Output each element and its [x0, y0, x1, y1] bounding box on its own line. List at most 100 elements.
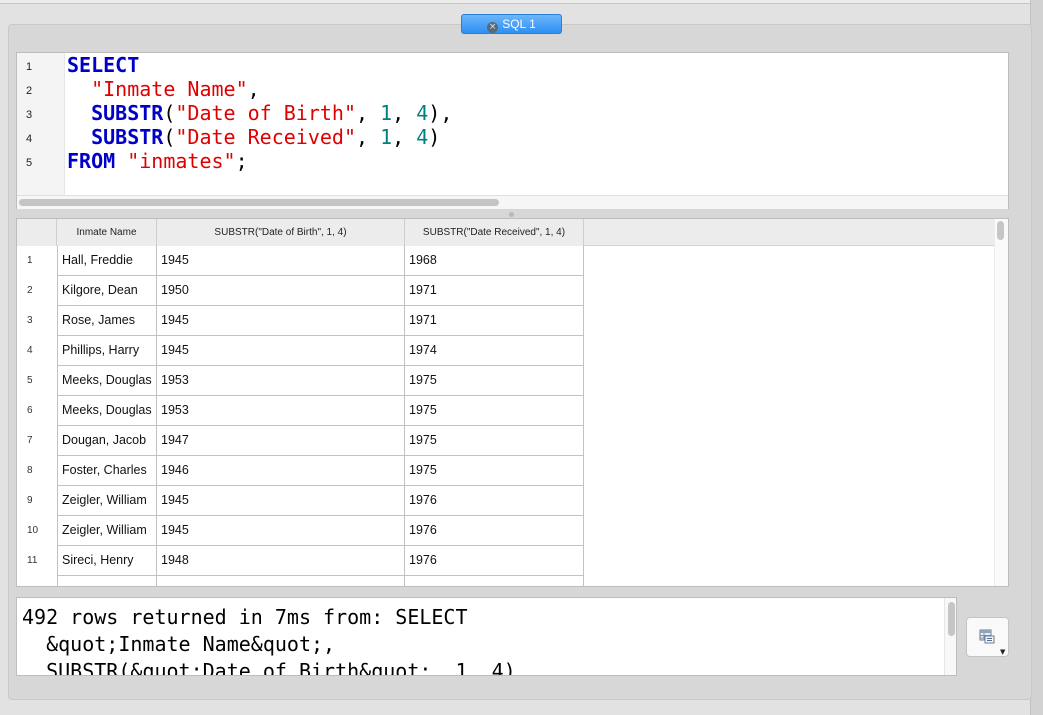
table-cell[interactable]: 1976	[405, 546, 584, 576]
code-line-3: SUBSTR("Date of Birth", 1, 4),	[67, 101, 452, 125]
export-results-button[interactable]: ▼	[966, 617, 1009, 657]
table-cell[interactable]: 1945	[157, 336, 405, 366]
code-token: 1	[380, 125, 393, 149]
table-cell[interactable]	[405, 576, 584, 586]
line-number: 4	[26, 133, 33, 145]
row-number-header	[17, 219, 57, 246]
table-cell[interactable]: 1971	[405, 276, 584, 306]
sql-editor[interactable]: 1 2 3 4 5 SELECT "Inmate Name", SUBSTR("…	[16, 52, 1009, 209]
table-cell[interactable]: 1953	[157, 396, 405, 426]
code-token: "Inmate Name"	[91, 77, 248, 101]
table-cell[interactable]: Hall, Freddie	[57, 246, 157, 276]
code-token: SELECT	[67, 53, 140, 77]
column-header-received-substr[interactable]: SUBSTR("Date Received", 1, 4)	[405, 219, 584, 246]
table-row[interactable]: 6 Meeks, Douglas 1953 1975	[17, 396, 584, 426]
table-cell[interactable]: Rose, James	[57, 306, 157, 336]
code-line-5: FROM "inmates";	[67, 149, 248, 173]
code-token: "Date of Birth"	[175, 101, 357, 125]
table-row[interactable]	[17, 576, 584, 586]
code-token: "Date Received"	[175, 125, 357, 149]
results-grid[interactable]: Inmate Name SUBSTR("Date of Birth", 1, 4…	[16, 218, 1009, 587]
table-cell[interactable]: 1945	[157, 486, 405, 516]
row-number: 6	[27, 405, 33, 416]
table-cell[interactable]: Sireci, Henry	[57, 546, 157, 576]
editor-scroll-thumb[interactable]	[19, 199, 499, 206]
table-cell[interactable]: 1975	[405, 396, 584, 426]
table-cell[interactable]: 1971	[405, 306, 584, 336]
table-row[interactable]: 2 Kilgore, Dean 1950 1971	[17, 276, 584, 306]
table-cell[interactable]: 1976	[405, 486, 584, 516]
close-tab-icon[interactable]: ×	[487, 22, 499, 33]
table-row[interactable]: 8 Foster, Charles 1946 1975	[17, 456, 584, 486]
code-token: "inmates"	[127, 149, 236, 173]
table-cell[interactable]: Meeks, Douglas	[57, 366, 157, 396]
row-number: 2	[27, 285, 33, 296]
code-line-4: SUBSTR("Date Received", 1, 4)	[67, 125, 440, 149]
table-row[interactable]: 10 Zeigler, William 1945 1976	[17, 516, 584, 546]
table-cell[interactable]: 1945	[157, 246, 405, 276]
table-cell[interactable]: 1968	[405, 246, 584, 276]
row-number: 10	[27, 525, 39, 536]
code-token: (	[163, 125, 176, 149]
table-cell[interactable]: Meeks, Douglas	[57, 396, 157, 426]
table-cell[interactable]: Phillips, Harry	[57, 336, 157, 366]
table-cell[interactable]: Zeigler, William	[57, 486, 157, 516]
splitter-handle[interactable]	[509, 212, 514, 217]
grid-header: Inmate Name SUBSTR("Date of Birth", 1, 4…	[17, 219, 995, 246]
table-cell[interactable]: Kilgore, Dean	[57, 276, 157, 306]
table-cell[interactable]: 1948	[157, 546, 405, 576]
table-cell[interactable]: 1975	[405, 366, 584, 396]
table-row[interactable]: 11 Sireci, Henry 1948 1976	[17, 546, 584, 576]
table-cell[interactable]: 1946	[157, 456, 405, 486]
column-header-dob-substr[interactable]: SUBSTR("Date of Birth", 1, 4)	[157, 219, 405, 246]
table-row[interactable]: 7 Dougan, Jacob 1947 1975	[17, 426, 584, 456]
line-number-gutter: 1 2 3 4 5	[17, 53, 65, 195]
code-token: ,	[356, 125, 381, 149]
table-cell[interactable]: Foster, Charles	[57, 456, 157, 486]
table-row[interactable]: 5 Meeks, Douglas 1953 1975	[17, 366, 584, 396]
code-token: (	[163, 101, 176, 125]
code-token: SUBSTR	[91, 125, 164, 149]
table-cell[interactable]: 1945	[157, 306, 405, 336]
table-row[interactable]: 9 Zeigler, William 1945 1976	[17, 486, 584, 516]
grid-scroll-thumb[interactable]	[997, 221, 1004, 240]
row-number: 1	[27, 255, 33, 266]
table-cell[interactable]: 1947	[157, 426, 405, 456]
table-row[interactable]: 4 Phillips, Harry 1945 1974	[17, 336, 584, 366]
table-cell[interactable]: 1945	[157, 516, 405, 546]
tab-sql-1[interactable]: × SQL 1	[461, 14, 562, 34]
row-number: 7	[27, 435, 33, 446]
chevron-down-icon: ▼	[1000, 648, 1006, 656]
row-number: 9	[27, 495, 33, 506]
code-token: 1	[380, 101, 393, 125]
row-number: 11	[27, 555, 38, 566]
line-number: 3	[26, 109, 33, 121]
export-results-icon	[979, 629, 995, 644]
table-cell[interactable]: 1974	[405, 336, 584, 366]
table-cell[interactable]	[157, 576, 405, 586]
table-cell[interactable]: Zeigler, William	[57, 516, 157, 546]
table-cell[interactable]	[57, 576, 157, 586]
message-scroll-thumb[interactable]	[948, 602, 955, 636]
code-token: 4	[416, 125, 429, 149]
window-top-strip	[0, 0, 1030, 4]
table-cell[interactable]: 1953	[157, 366, 405, 396]
table-cell[interactable]: 1950	[157, 276, 405, 306]
table-cell[interactable]: 1976	[405, 516, 584, 546]
message-scrollbar[interactable]	[944, 598, 956, 675]
table-cell[interactable]: 1975	[405, 426, 584, 456]
table-row[interactable]: 3 Rose, James 1945 1971	[17, 306, 584, 336]
code-token: ,	[247, 77, 260, 101]
code-token: ),	[428, 101, 453, 125]
tab-bar: × SQL 1	[8, 14, 1032, 34]
table-row[interactable]: 1 Hall, Freddie 1945 1968	[17, 246, 584, 276]
grid-vertical-scrollbar[interactable]	[994, 219, 1008, 586]
table-cell[interactable]: Dougan, Jacob	[57, 426, 157, 456]
table-cell[interactable]: 1975	[405, 456, 584, 486]
code-token: ,	[392, 101, 417, 125]
code-token: ,	[356, 101, 381, 125]
column-header-inmate-name[interactable]: Inmate Name	[57, 219, 157, 246]
code-token: SUBSTR	[91, 101, 164, 125]
